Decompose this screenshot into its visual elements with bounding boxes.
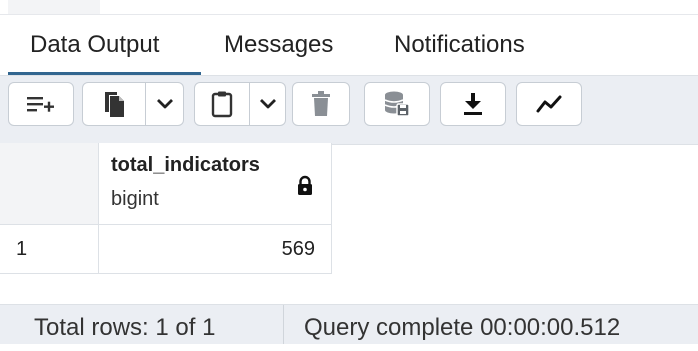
- download-button[interactable]: [440, 82, 506, 126]
- table-row: 1 569: [0, 225, 332, 274]
- graph-visualiser-icon: [535, 93, 563, 115]
- paste-button[interactable]: [194, 82, 250, 126]
- column-name: total_indicators: [111, 154, 260, 176]
- query-status: Query complete 00:00:00.512: [304, 314, 621, 341]
- copy-icon: [101, 90, 127, 118]
- row-number-cell[interactable]: 1: [0, 225, 99, 273]
- copy-options-button[interactable]: [146, 82, 184, 126]
- chevron-down-icon: [259, 98, 277, 110]
- column-header[interactable]: total_indicators bigint: [99, 143, 332, 224]
- delete-button[interactable]: [292, 82, 350, 126]
- top-strip: [0, 0, 698, 15]
- paste-options-button[interactable]: [250, 82, 286, 126]
- tab-notifications[interactable]: Notifications: [394, 31, 525, 59]
- total-rows-status: Total rows: 1 of 1: [34, 314, 216, 341]
- top-tab-stub: [8, 0, 100, 14]
- save-data-icon: [383, 90, 411, 118]
- tab-data-output[interactable]: Data Output: [30, 31, 159, 59]
- copy-button[interactable]: [82, 82, 146, 126]
- add-row-icon: [25, 92, 57, 116]
- lock-icon: [296, 175, 314, 202]
- data-toolbar: [0, 75, 698, 145]
- graph-visualiser-button[interactable]: [516, 82, 582, 126]
- status-divider: [283, 305, 284, 344]
- result-tabs: Data Output Messages Notifications: [0, 15, 698, 75]
- table-cell[interactable]: 569: [99, 225, 332, 273]
- download-icon: [461, 91, 485, 117]
- add-row-button[interactable]: [8, 82, 74, 126]
- save-data-button[interactable]: [364, 82, 430, 126]
- tab-messages[interactable]: Messages: [224, 31, 333, 59]
- row-number-header: [0, 143, 99, 224]
- grid-header-row: total_indicators bigint: [0, 143, 332, 225]
- column-type: bigint: [111, 188, 159, 210]
- status-bar: Total rows: 1 of 1 Query complete 00:00:…: [0, 304, 698, 344]
- delete-icon: [310, 90, 332, 118]
- paste-icon: [210, 90, 234, 118]
- chevron-down-icon: [156, 98, 174, 110]
